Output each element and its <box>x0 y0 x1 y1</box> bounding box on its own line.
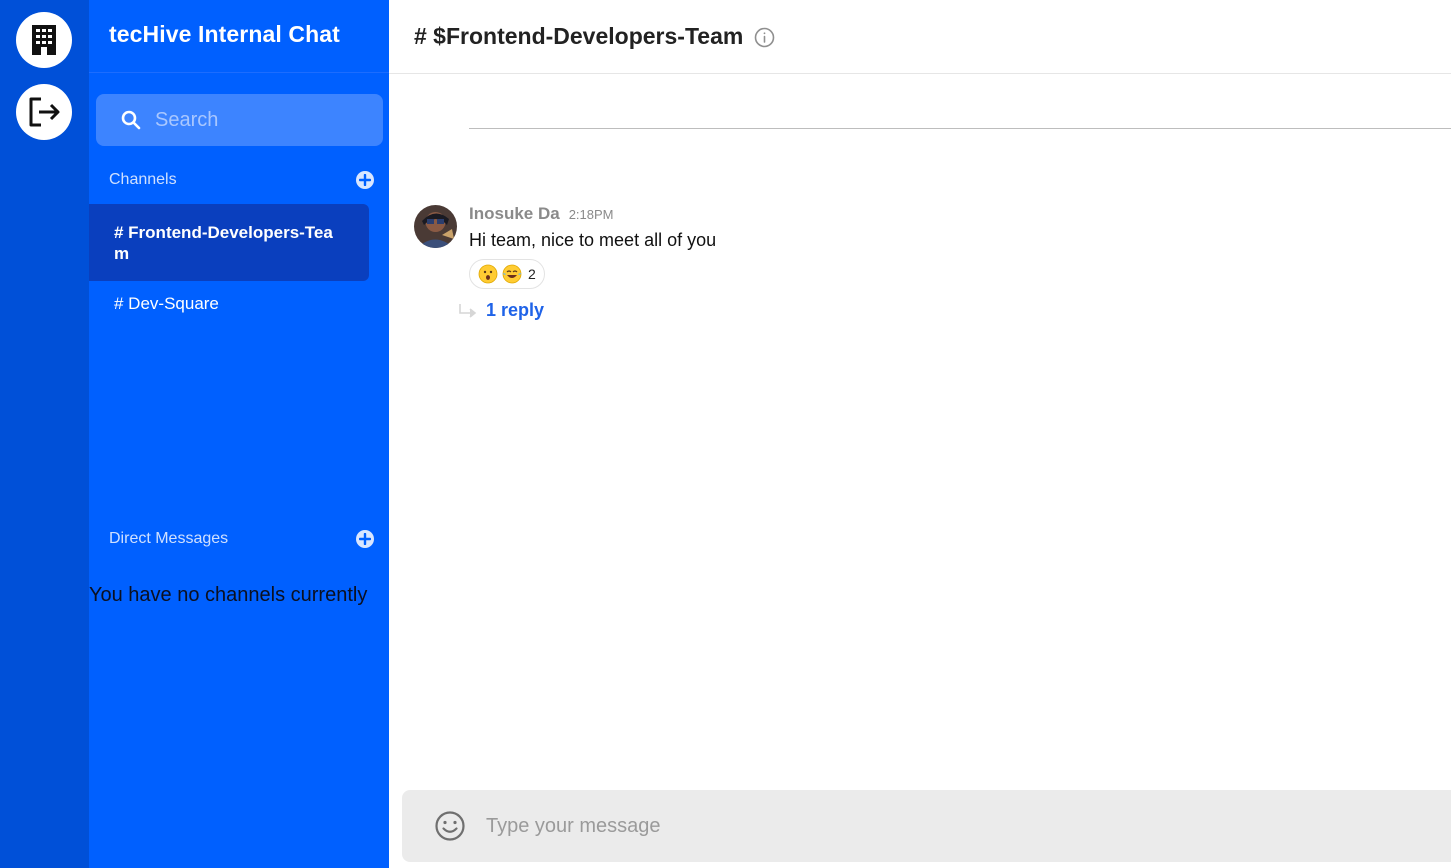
message-time: 2:18PM <box>568 207 614 222</box>
info-icon[interactable] <box>754 27 775 48</box>
replies-link[interactable]: 1 reply <box>486 300 544 321</box>
reactions-pill[interactable]: 2 <box>469 259 545 289</box>
emoji-picker-icon[interactable] <box>434 810 466 842</box>
add-direct-message-button[interactable] <box>356 530 374 548</box>
workspace-rail <box>0 0 89 868</box>
message-composer[interactable] <box>402 790 1451 862</box>
message-input[interactable] <box>486 814 1386 838</box>
app: tecHive Internal Chat Channels # Fronten… <box>0 0 1451 868</box>
message-meta: Inosuke Da 2:18PM <box>469 204 716 224</box>
message-divider <box>469 128 1451 129</box>
user-avatar-image <box>414 205 457 248</box>
direct-messages-empty-note: You have no channels currently <box>89 584 368 606</box>
plus-icon <box>359 174 371 186</box>
search-icon <box>121 110 141 130</box>
plus-icon <box>359 533 371 545</box>
direct-messages-label: Direct Messages <box>109 530 229 547</box>
direct-messages-header: Direct Messages <box>109 530 374 548</box>
sidebar: tecHive Internal Chat Channels # Fronten… <box>89 0 389 868</box>
sidebar-header: tecHive Internal Chat <box>89 0 389 73</box>
logout-icon <box>29 97 60 127</box>
channels-header: Channels <box>109 171 374 189</box>
add-channel-button[interactable] <box>356 171 374 189</box>
message-author[interactable]: Inosuke Da <box>469 204 560 224</box>
avatar[interactable] <box>414 205 457 248</box>
message-body: Inosuke Da 2:18PM Hi team, nice to meet … <box>469 204 716 289</box>
search-input[interactable] <box>155 108 375 132</box>
message-text: Hi team, nice to meet all of you <box>469 230 717 250</box>
chat-panel: # $Frontend-Developers-Team Inosuke Da 2… <box>389 0 1451 868</box>
logout-button[interactable] <box>16 84 72 140</box>
search-box[interactable] <box>96 94 383 146</box>
laughing-tears-emoji-icon <box>502 264 522 284</box>
channels-label: Channels <box>109 171 177 188</box>
reply-arrow-icon <box>459 303 477 318</box>
building-icon <box>32 25 56 55</box>
channel-item-frontend-developers-team[interactable]: # Frontend-Developers-Team <box>89 204 369 281</box>
channel-title: # $Frontend-Developers-Team <box>414 23 744 49</box>
thread-replies: 1 reply <box>458 300 544 321</box>
reaction-count: 2 <box>528 266 536 282</box>
channel-item-dev-square[interactable]: # Dev-Square <box>89 293 369 314</box>
chat-header: # $Frontend-Developers-Team <box>389 0 1451 74</box>
hushed-face-emoji-icon <box>478 264 498 284</box>
workspace-button[interactable] <box>16 12 72 68</box>
app-title: tecHive Internal Chat <box>109 21 340 47</box>
